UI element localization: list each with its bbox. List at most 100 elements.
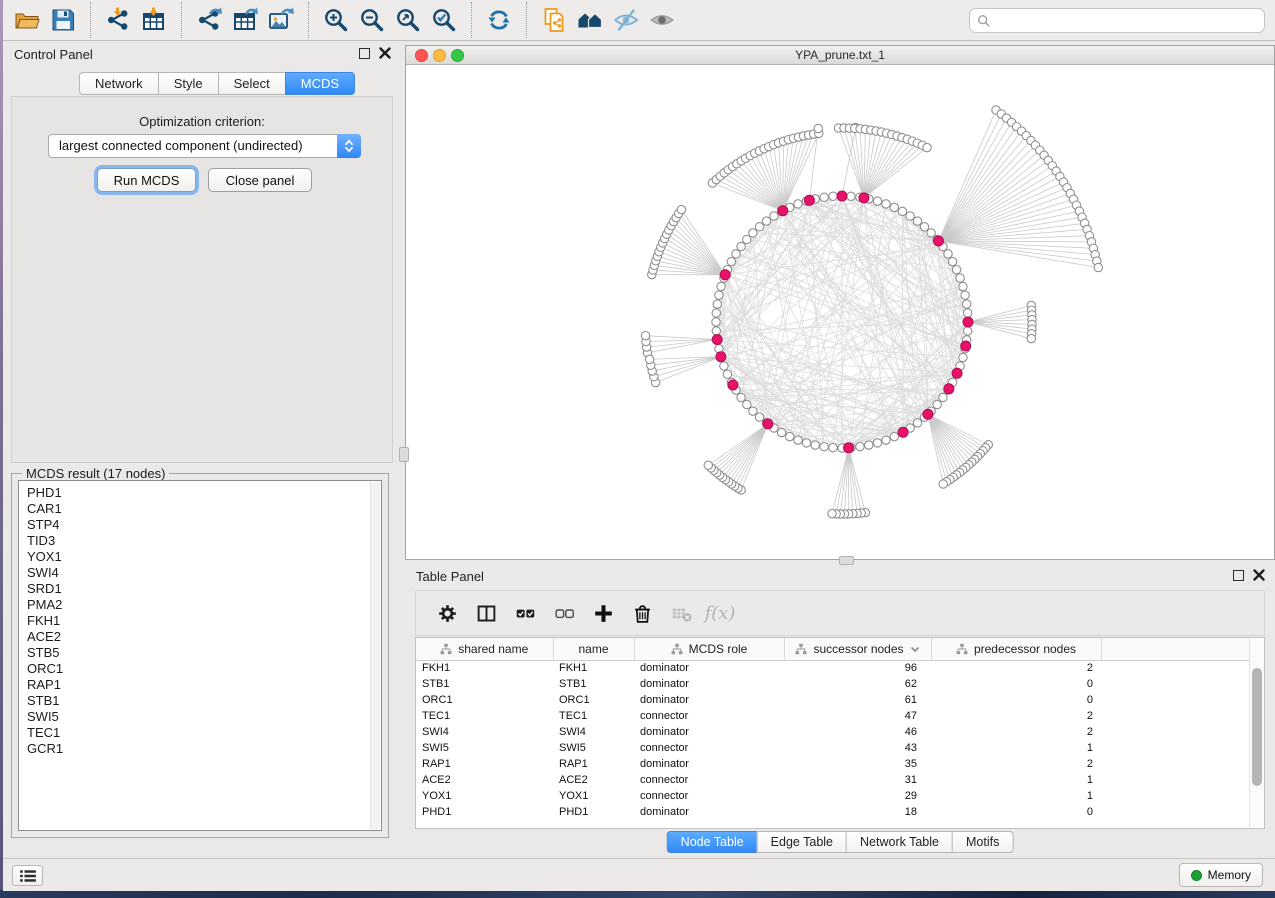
- export-table-button[interactable]: [227, 3, 263, 37]
- cell-mcds-role[interactable]: dominator: [634, 660, 784, 676]
- cell-mcds-role[interactable]: dominator: [634, 724, 784, 740]
- table-row[interactable]: PHD1PHD1dominator180: [416, 804, 1254, 820]
- float-panel-icon[interactable]: [1233, 570, 1244, 581]
- table-scrollbar[interactable]: [1249, 638, 1264, 828]
- tab-motifs[interactable]: Motifs: [952, 831, 1013, 853]
- cell-mcds-role[interactable]: connector: [634, 740, 784, 756]
- export-network-button[interactable]: [191, 3, 227, 37]
- table-row[interactable]: TEC1TEC1connector472: [416, 708, 1254, 724]
- save-button[interactable]: [45, 3, 81, 37]
- cell-shared-name[interactable]: ORC1: [416, 692, 553, 708]
- zoom-fit-button[interactable]: [390, 3, 426, 37]
- folder-open-button[interactable]: [9, 3, 45, 37]
- zoom-window-icon[interactable]: [451, 49, 464, 62]
- gear-button[interactable]: [435, 601, 459, 625]
- cell-shared-name[interactable]: FKH1: [416, 660, 553, 676]
- cell-successor-nodes[interactable]: 43: [784, 740, 931, 756]
- table-row[interactable]: RAP1RAP1dominator352: [416, 756, 1254, 772]
- split-columns-button[interactable]: [474, 601, 498, 625]
- mcds-result-item[interactable]: PHD1: [19, 485, 381, 501]
- mcds-result-item[interactable]: YOX1: [19, 549, 381, 565]
- cell-shared-name[interactable]: STB1: [416, 676, 553, 692]
- zoom-in-button[interactable]: [318, 3, 354, 37]
- zoom-selected-button[interactable]: [426, 3, 462, 37]
- horizontal-splitter-handle[interactable]: [839, 556, 854, 565]
- cell-successor-nodes[interactable]: 96: [784, 660, 931, 676]
- cell-predecessor-nodes[interactable]: 1: [931, 772, 1101, 788]
- refresh-button[interactable]: [481, 3, 517, 37]
- mcds-result-item[interactable]: SRD1: [19, 581, 381, 597]
- table-row[interactable]: SWI4SWI4dominator462: [416, 724, 1254, 740]
- cell-successor-nodes[interactable]: 29: [784, 788, 931, 804]
- mcds-result-item[interactable]: ORC1: [19, 661, 381, 677]
- cell-predecessor-nodes[interactable]: 2: [931, 660, 1101, 676]
- mcds-result-item[interactable]: PMA2: [19, 597, 381, 613]
- cell-predecessor-nodes[interactable]: 2: [931, 724, 1101, 740]
- table-row[interactable]: SWI5SWI5connector431: [416, 740, 1254, 756]
- float-panel-icon[interactable]: [359, 48, 370, 59]
- mcds-result-item[interactable]: CAR1: [19, 501, 381, 517]
- table-row[interactable]: STB1STB1dominator620: [416, 676, 1254, 692]
- mcds-list-scrollbar[interactable]: [370, 482, 380, 829]
- first-neighbors-button[interactable]: [572, 3, 608, 37]
- tab-network[interactable]: Network: [79, 72, 158, 95]
- cell-predecessor-nodes[interactable]: 0: [931, 692, 1101, 708]
- close-panel-button[interactable]: Close panel: [208, 168, 312, 192]
- cell-shared-name[interactable]: SWI5: [416, 740, 553, 756]
- cell-mcds-role[interactable]: dominator: [634, 756, 784, 772]
- add-column-button[interactable]: [591, 601, 615, 625]
- network-canvas[interactable]: [406, 65, 1274, 559]
- export-image-button[interactable]: [263, 3, 299, 37]
- cell-predecessor-nodes[interactable]: 2: [931, 756, 1101, 772]
- mcds-result-item[interactable]: GCR1: [19, 741, 381, 757]
- cell-name[interactable]: SWI4: [553, 724, 634, 740]
- cell-predecessor-nodes[interactable]: 2: [931, 708, 1101, 724]
- tab-node-table[interactable]: Node Table: [667, 831, 757, 853]
- column-header-MCDS-role[interactable]: MCDS role: [634, 638, 784, 660]
- cell-successor-nodes[interactable]: 46: [784, 724, 931, 740]
- import-table-button[interactable]: [136, 3, 172, 37]
- cell-mcds-role[interactable]: dominator: [634, 692, 784, 708]
- minimize-window-icon[interactable]: [433, 49, 446, 62]
- vertical-splitter-handle[interactable]: [399, 447, 409, 462]
- table-row[interactable]: YOX1YOX1connector291: [416, 788, 1254, 804]
- tab-network-table[interactable]: Network Table: [846, 831, 952, 853]
- cell-predecessor-nodes[interactable]: 0: [931, 676, 1101, 692]
- tab-style[interactable]: Style: [158, 72, 218, 95]
- cell-predecessor-nodes[interactable]: 1: [931, 788, 1101, 804]
- column-header-name[interactable]: name: [553, 638, 634, 660]
- mcds-result-item[interactable]: TID3: [19, 533, 381, 549]
- tab-edge-table[interactable]: Edge Table: [757, 831, 846, 853]
- cell-name[interactable]: FKH1: [553, 660, 634, 676]
- cell-name[interactable]: ACE2: [553, 772, 634, 788]
- cell-shared-name[interactable]: RAP1: [416, 756, 553, 772]
- cell-successor-nodes[interactable]: 47: [784, 708, 931, 724]
- cell-name[interactable]: PHD1: [553, 804, 634, 820]
- show-all-button[interactable]: [644, 3, 680, 37]
- hide-all-columns-button[interactable]: [552, 601, 576, 625]
- mcds-result-item[interactable]: STB5: [19, 645, 381, 661]
- cell-shared-name[interactable]: TEC1: [416, 708, 553, 724]
- memory-button[interactable]: Memory: [1179, 863, 1263, 887]
- trash-button[interactable]: [630, 601, 654, 625]
- cell-mcds-role[interactable]: dominator: [634, 676, 784, 692]
- mcds-result-item[interactable]: STP4: [19, 517, 381, 533]
- mcds-result-item[interactable]: ACE2: [19, 629, 381, 645]
- cell-name[interactable]: SWI5: [553, 740, 634, 756]
- cell-mcds-role[interactable]: connector: [634, 708, 784, 724]
- column-header-successor-nodes[interactable]: successor nodes: [784, 638, 931, 660]
- search-field[interactable]: [969, 8, 1265, 33]
- close-panel-icon[interactable]: [379, 47, 391, 59]
- cell-successor-nodes[interactable]: 31: [784, 772, 931, 788]
- mcds-result-item[interactable]: SWI4: [19, 565, 381, 581]
- cell-mcds-role[interactable]: connector: [634, 788, 784, 804]
- new-network-from-selection-button[interactable]: [536, 3, 572, 37]
- mcds-result-item[interactable]: RAP1: [19, 677, 381, 693]
- table-row[interactable]: ORC1ORC1dominator610: [416, 692, 1254, 708]
- cell-successor-nodes[interactable]: 18: [784, 804, 931, 820]
- task-history-button[interactable]: [12, 865, 43, 886]
- mcds-result-item[interactable]: SWI5: [19, 709, 381, 725]
- hide-selected-button[interactable]: [608, 3, 644, 37]
- import-network-button[interactable]: [100, 3, 136, 37]
- cell-shared-name[interactable]: YOX1: [416, 788, 553, 804]
